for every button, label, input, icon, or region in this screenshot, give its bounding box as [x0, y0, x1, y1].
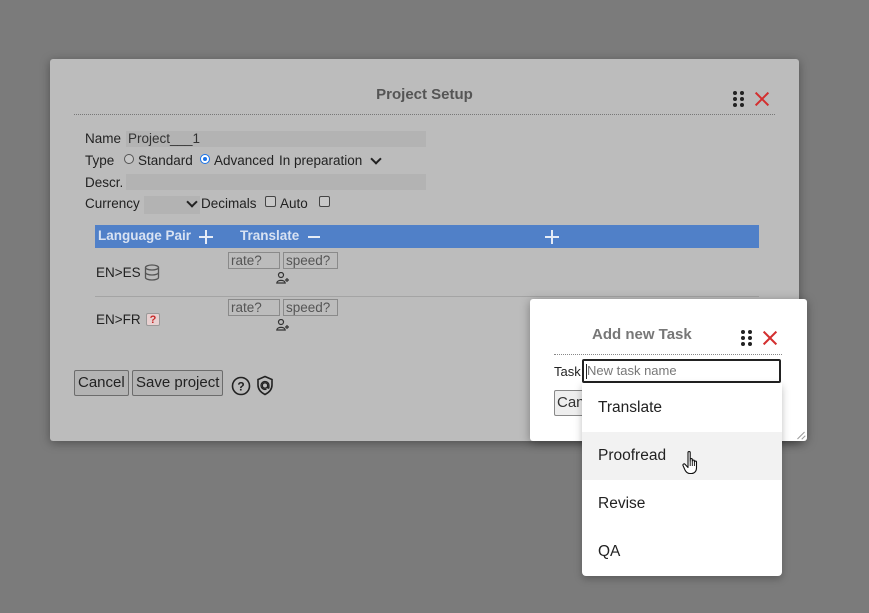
dialog-title: Add new Task	[592, 326, 692, 343]
rate-input[interactable]: rate?	[228, 299, 280, 316]
type-advanced-radio[interactable]	[200, 154, 210, 164]
task-suggestions-list: Translate Proofread Revise QA	[582, 383, 782, 576]
rate-input[interactable]: rate?	[228, 252, 280, 269]
auto-label: Auto	[280, 196, 308, 211]
assign-user-icon[interactable]	[276, 272, 290, 284]
auto-checkbox[interactable]	[319, 196, 330, 207]
language-table-header: Language Pair Translate	[95, 225, 759, 248]
suggestion-item[interactable]: QA	[582, 528, 782, 576]
drag-handle-icon[interactable]	[741, 330, 753, 346]
save-project-button[interactable]: Save project	[132, 370, 224, 396]
language-pair-header: Language Pair	[98, 228, 192, 243]
currency-select[interactable]	[144, 196, 200, 214]
database-icon[interactable]	[144, 264, 160, 281]
text-caret	[586, 364, 587, 379]
chevron-down-icon	[370, 153, 382, 165]
close-icon[interactable]	[754, 91, 770, 107]
status-select[interactable]: In preparation	[279, 153, 383, 171]
description-input[interactable]	[126, 174, 426, 190]
row-divider	[95, 296, 759, 297]
svg-text:?: ?	[150, 314, 157, 326]
row-language-pair: EN>ES	[96, 265, 141, 280]
suggestion-item[interactable]: Translate	[582, 384, 782, 432]
task-label: Task	[554, 364, 581, 379]
name-label: Name	[85, 131, 122, 146]
currency-label: Currency	[85, 196, 140, 211]
suggestion-item[interactable]: Revise	[582, 480, 782, 528]
dialog-title: Project Setup	[376, 86, 473, 103]
chevron-down-icon	[186, 196, 198, 208]
type-label: Type	[85, 153, 115, 168]
question-box-icon[interactable]: ?	[145, 311, 161, 327]
close-icon[interactable]	[762, 330, 778, 346]
speed-input[interactable]: speed?	[283, 299, 338, 316]
title-divider	[554, 354, 782, 355]
status-value: In preparation	[279, 153, 363, 168]
type-standard-radio[interactable]	[124, 154, 134, 164]
assign-user-icon[interactable]	[276, 319, 290, 331]
decimals-label: Decimals	[201, 196, 257, 211]
shield-icon[interactable]	[256, 375, 274, 396]
descr-label: Descr.	[85, 175, 124, 190]
translate-header: Translate	[240, 228, 300, 243]
cancel-button[interactable]: Cancel	[74, 370, 129, 396]
speed-input[interactable]: speed?	[283, 252, 338, 269]
task-name-placeholder: New task name	[587, 363, 677, 378]
add-task-icon[interactable]	[545, 230, 559, 244]
drag-handle-icon[interactable]	[733, 91, 745, 107]
remove-task-icon[interactable]	[308, 236, 320, 238]
decimals-checkbox[interactable]	[265, 196, 276, 207]
row-language-pair: EN>FR	[96, 312, 141, 327]
task-name-input[interactable]: New task name	[582, 359, 781, 383]
help-icon[interactable]: ?	[231, 376, 251, 396]
type-standard-label: Standard	[138, 153, 193, 168]
resize-handle-icon[interactable]	[797, 431, 805, 439]
project-name-input[interactable]: Project___1	[126, 131, 426, 147]
svg-text:?: ?	[237, 380, 244, 394]
add-language-pair-icon[interactable]	[199, 230, 213, 244]
hand-pointer-icon	[682, 450, 698, 475]
title-divider	[74, 114, 775, 115]
type-advanced-label: Advanced	[214, 153, 275, 168]
